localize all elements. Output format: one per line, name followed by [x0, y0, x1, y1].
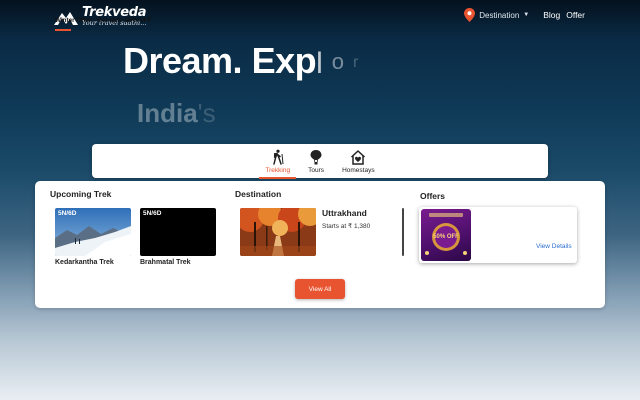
offer-banner-image: 50% OFF [421, 209, 471, 261]
destination-dropdown[interactable]: Destination ▼ [464, 8, 529, 22]
top-nav: Destination ▼ Blog Offer [464, 8, 585, 22]
destination-title: Destination [235, 189, 282, 199]
tab-tours[interactable]: Tours [302, 149, 330, 178]
hero-subheadline-main: India [137, 98, 198, 128]
upcoming-trek-title: Upcoming Trek [50, 189, 112, 199]
hero-headline-main: Dream. Exp [123, 40, 317, 81]
destination-name: Uttrakhand [322, 208, 367, 218]
chevron-down-icon: ▼ [523, 12, 530, 18]
destination-image[interactable] [240, 208, 316, 256]
tab-tours-label: Tours [308, 167, 325, 174]
tab-homestays[interactable]: Homestays [336, 149, 381, 178]
nav-blog-link[interactable]: Blog [543, 10, 560, 20]
trek-image: 5N/6D [140, 208, 216, 256]
hero-headline-fade-2: o [331, 49, 344, 74]
scroll-indicator[interactable] [402, 208, 404, 256]
hero-headline: Dream. Expl o r [123, 40, 358, 82]
offer-description: Winter Offer - Get upto 55% OFF [55, 17, 152, 24]
tab-homestays-label: Homestays [342, 167, 375, 174]
trek-name: Kedarkantha Trek [55, 259, 114, 266]
trek-card-kedarkantha[interactable]: 5N/6D Kedarkantha Trek [55, 208, 131, 266]
offer-banner-text: 50% OFF [433, 234, 459, 240]
trek-card-brahmatal[interactable]: 5N/6D Brahmatal Trek [140, 208, 216, 266]
category-tabs: Trekking Tours Homestays [92, 144, 548, 179]
offer-banner-art: 50% OFF [425, 213, 467, 255]
tab-trekking[interactable]: Trekking [259, 149, 296, 179]
autumn-forest-image [240, 208, 316, 256]
hero-headline-fade-1: l [316, 47, 323, 80]
trek-duration-badge: 5N/6D [58, 210, 77, 217]
trek-name: Brahmatal Trek [140, 259, 191, 266]
hero-headline-fade-3: r [353, 54, 358, 71]
destination-price: Starts at ₹ 1,380 [322, 223, 371, 230]
hero-subheadline-fade: 's [197, 98, 216, 128]
hiker-icon [272, 149, 284, 165]
view-all-button[interactable]: View All [295, 279, 345, 299]
offer-underline [55, 29, 71, 31]
hero-subheadline: India's [137, 98, 216, 129]
view-details-link[interactable]: View Details [536, 243, 572, 250]
trek-duration-badge: 5N/6D [143, 210, 162, 217]
hot-air-balloon-icon [310, 150, 322, 165]
tab-trekking-label: Trekking [265, 167, 291, 174]
location-pin-icon [464, 8, 476, 22]
offer-card[interactable]: 50% OFF [419, 207, 577, 263]
destination-label: Destination [479, 10, 520, 20]
offers-title: Offers [420, 191, 446, 201]
house-heart-icon [351, 150, 366, 165]
trek-image: 5N/6D [55, 208, 131, 256]
nav-offer-link[interactable]: Offer [566, 10, 585, 20]
